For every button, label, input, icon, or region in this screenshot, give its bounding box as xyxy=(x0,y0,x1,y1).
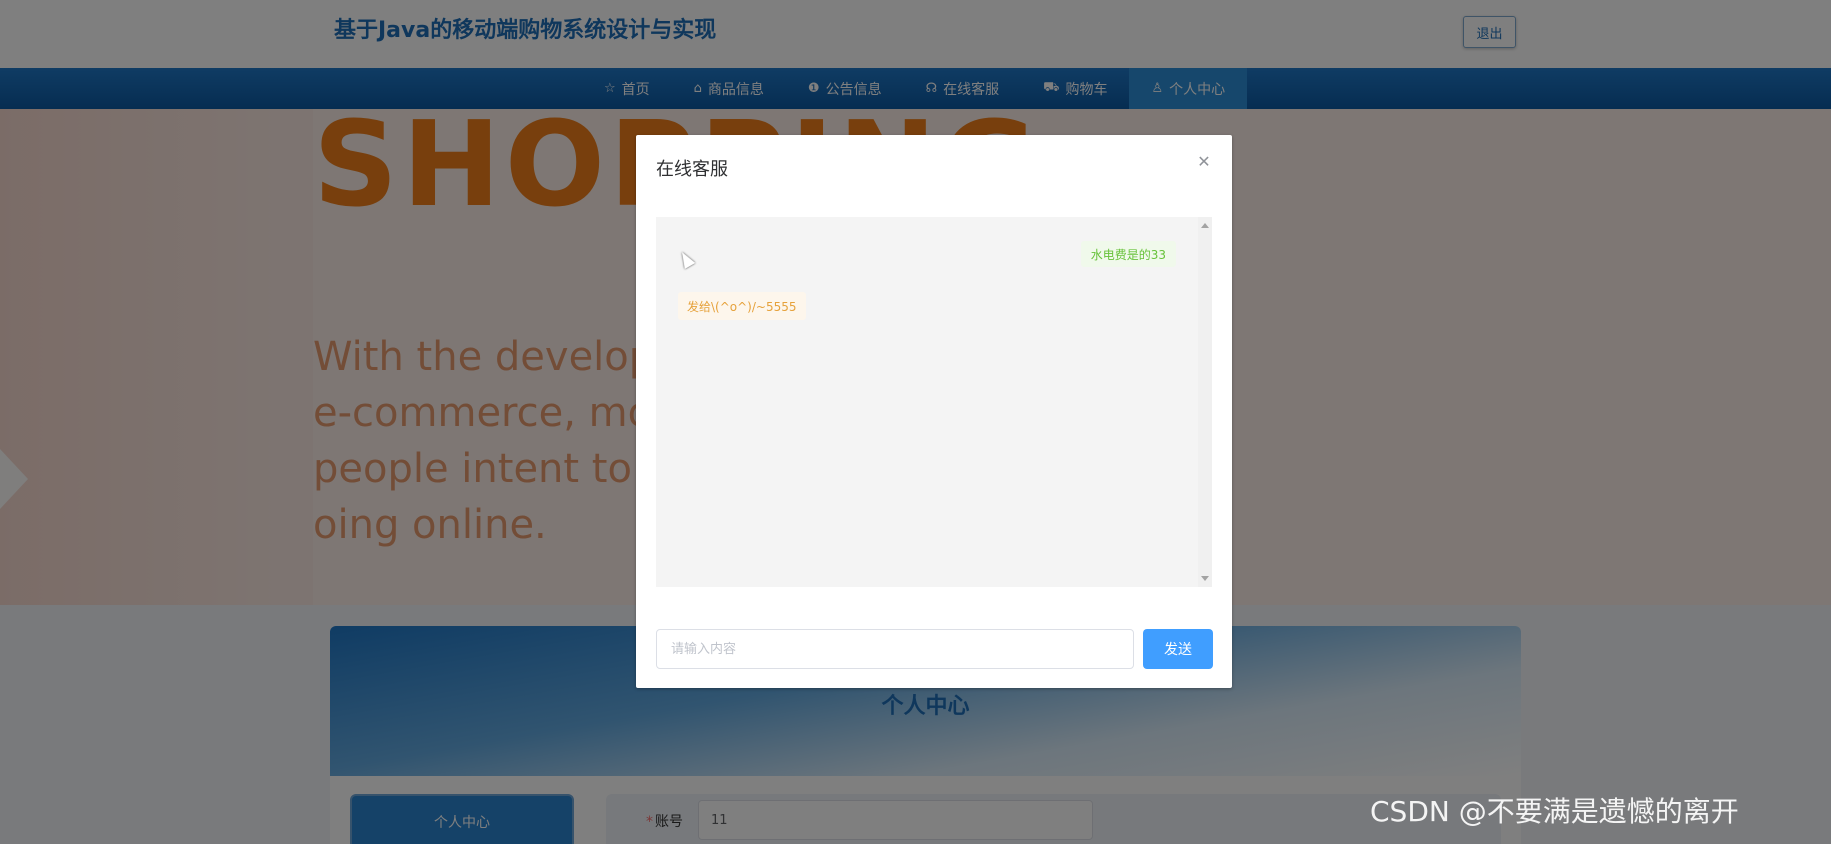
chat-scrollbar[interactable] xyxy=(1198,217,1212,587)
mouse-cursor-icon xyxy=(676,249,696,269)
message-input[interactable] xyxy=(656,629,1134,669)
dialog-title: 在线客服 xyxy=(656,159,728,180)
customer-service-dialog: 在线客服 ✕ 水电费是的33 发给\(^o^)/~5555 发送 xyxy=(636,135,1232,688)
chat-history[interactable]: 水电费是的33 发给\(^o^)/~5555 xyxy=(656,217,1212,587)
send-button[interactable]: 发送 xyxy=(1143,629,1213,669)
watermark: CSDN @不要满是遗憾的离开 xyxy=(1370,795,1739,828)
chat-message-received: 发给\(^o^)/~5555 xyxy=(678,292,806,320)
close-icon[interactable]: ✕ xyxy=(1194,151,1214,171)
scroll-up-arrow-icon[interactable] xyxy=(1201,223,1209,228)
chat-message-sent: 水电费是的33 xyxy=(1080,241,1176,267)
scroll-down-arrow-icon[interactable] xyxy=(1201,576,1209,581)
